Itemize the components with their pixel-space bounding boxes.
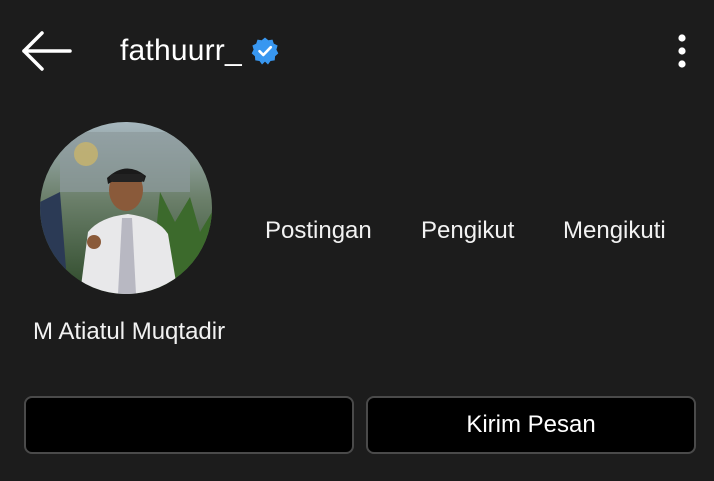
back-button[interactable]	[20, 30, 76, 72]
send-message-button[interactable]: Kirim Pesan	[366, 396, 696, 454]
profile-full-name: M Atiatul Muqtadir	[33, 318, 226, 345]
username: fathuurr_	[120, 34, 242, 67]
follow-button[interactable]	[24, 396, 354, 454]
more-vertical-icon	[678, 34, 686, 68]
arrow-left-icon	[22, 31, 72, 71]
avatar[interactable]	[40, 122, 212, 294]
username-container: fathuurr_	[120, 30, 280, 72]
followers-stat[interactable]: Pengikut	[421, 217, 514, 245]
more-options-button[interactable]	[666, 32, 698, 70]
verified-badge-icon	[250, 36, 280, 66]
following-stat[interactable]: Mengikuti	[563, 217, 666, 245]
posts-stat[interactable]: Postingan	[265, 217, 372, 245]
profile-header: fathuurr_	[0, 0, 714, 100]
